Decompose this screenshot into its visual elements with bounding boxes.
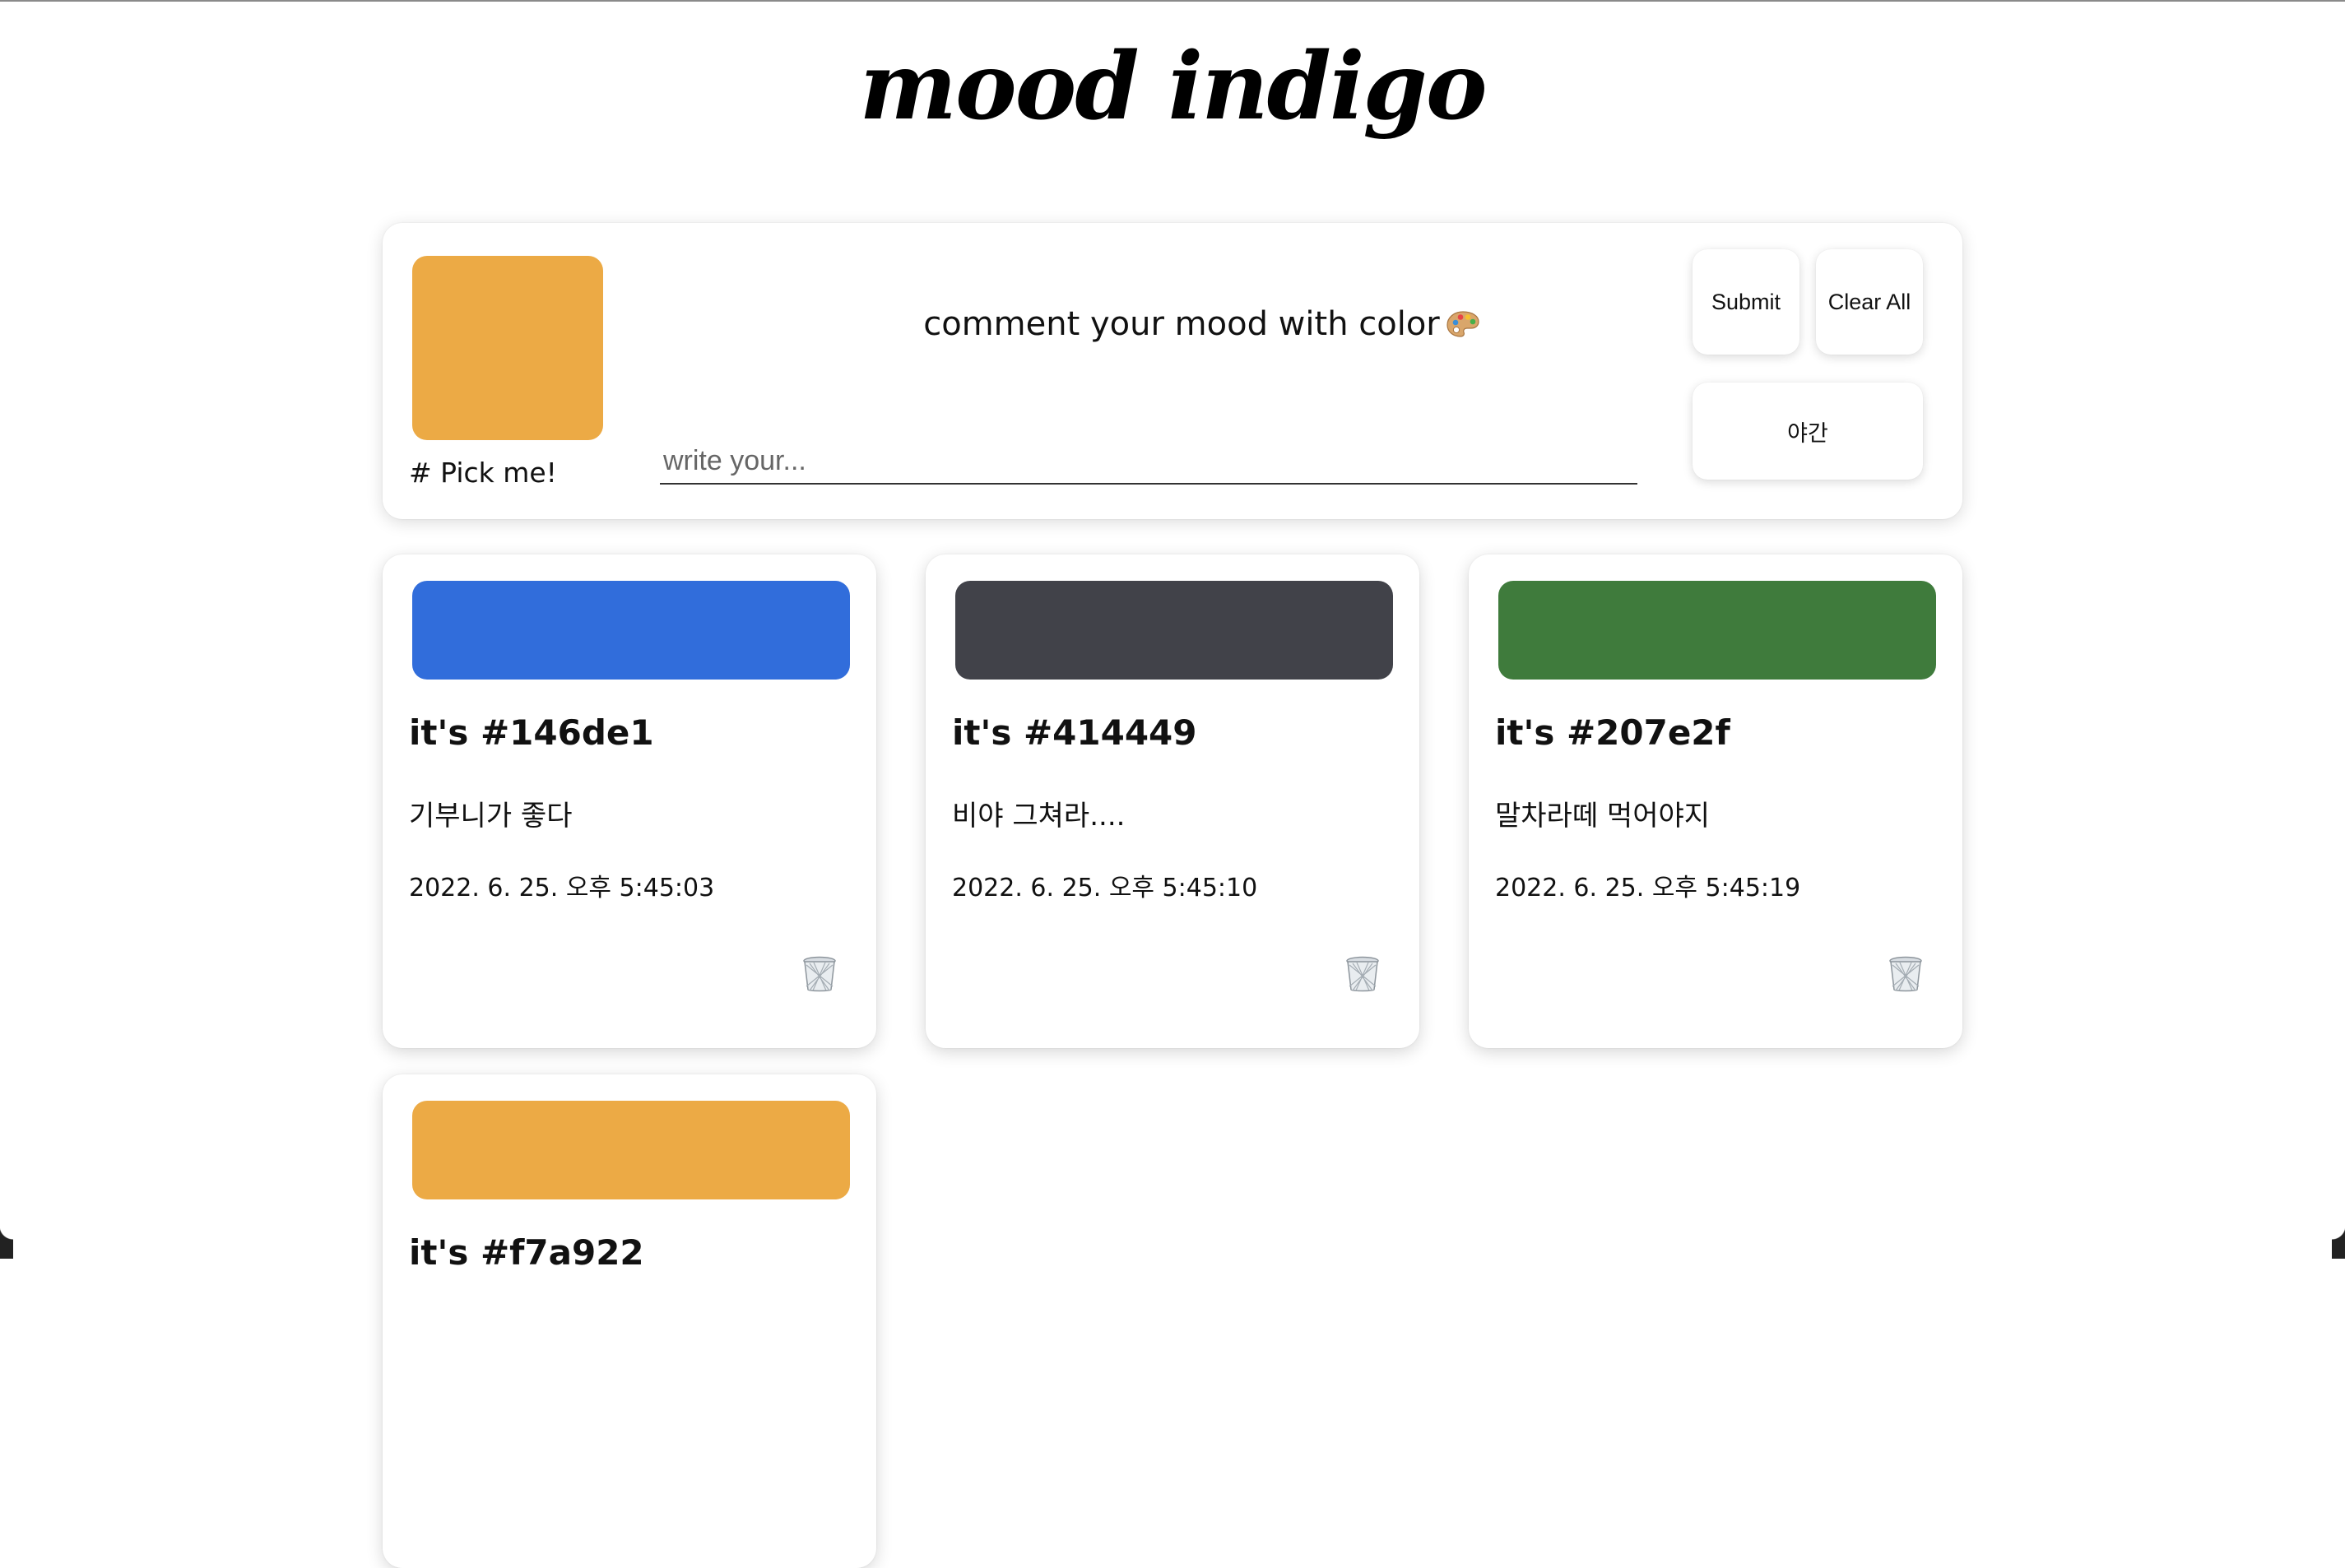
card-message: 기부니가 좋다 (409, 800, 573, 833)
card-timestamp: 2022. 6. 25. 오후 5:45:10 (952, 874, 1258, 902)
mood-composer: # Pick me! comment your mood with color … (383, 223, 1962, 519)
mood-card: it's #f7a922 (383, 1074, 876, 1568)
card-hex-label: it's #f7a922 (409, 1232, 644, 1273)
window-top-border (0, 0, 2345, 2)
card-color-swatch (412, 1101, 850, 1199)
color-picker-swatch[interactable] (412, 256, 603, 440)
trash-icon[interactable] (1888, 955, 1923, 993)
mood-card: it's #207e2f 말차라떼 먹어야지 2022. 6. 25. 오후 5… (1469, 554, 1962, 1048)
page: mood indigo # Pick me! comment your mood… (0, 0, 2345, 1568)
trash-icon[interactable] (802, 955, 837, 993)
card-message: 말차라떼 먹어야지 (1495, 800, 1711, 833)
card-timestamp: 2022. 6. 25. 오후 5:45:19 (1495, 874, 1801, 902)
window-corner-right (2332, 1226, 2345, 1259)
window-corner-left (0, 1226, 13, 1259)
submit-button[interactable]: Submit (1693, 249, 1799, 355)
card-color-swatch (412, 581, 850, 680)
pick-label: # Pick me! (409, 457, 557, 489)
clear-all-button[interactable]: Clear All (1816, 249, 1923, 355)
trash-icon[interactable] (1345, 955, 1380, 993)
night-mode-button[interactable]: 야간 (1693, 383, 1923, 480)
mood-card: it's #414449 비야 그쳐라.... 2022. 6. 25. 오후 … (926, 554, 1419, 1048)
app-title: mood indigo (859, 33, 1487, 141)
card-timestamp: 2022. 6. 25. 오후 5:45:03 (409, 874, 715, 902)
prompt-text: comment your mood with color (923, 305, 1440, 343)
mood-card: it's #146de1 기부니가 좋다 2022. 6. 25. 오후 5:4… (383, 554, 876, 1048)
card-color-swatch (955, 581, 1393, 680)
card-hex-label: it's #146de1 (409, 712, 654, 753)
card-hex-label: it's #414449 (952, 712, 1197, 753)
card-color-swatch (1498, 581, 1936, 680)
card-hex-label: it's #207e2f (1495, 712, 1730, 753)
palette-icon (1446, 311, 1479, 337)
composer-prompt: comment your mood with color (712, 305, 1691, 343)
comment-input[interactable] (660, 438, 1637, 485)
card-message: 비야 그쳐라.... (952, 800, 1126, 833)
